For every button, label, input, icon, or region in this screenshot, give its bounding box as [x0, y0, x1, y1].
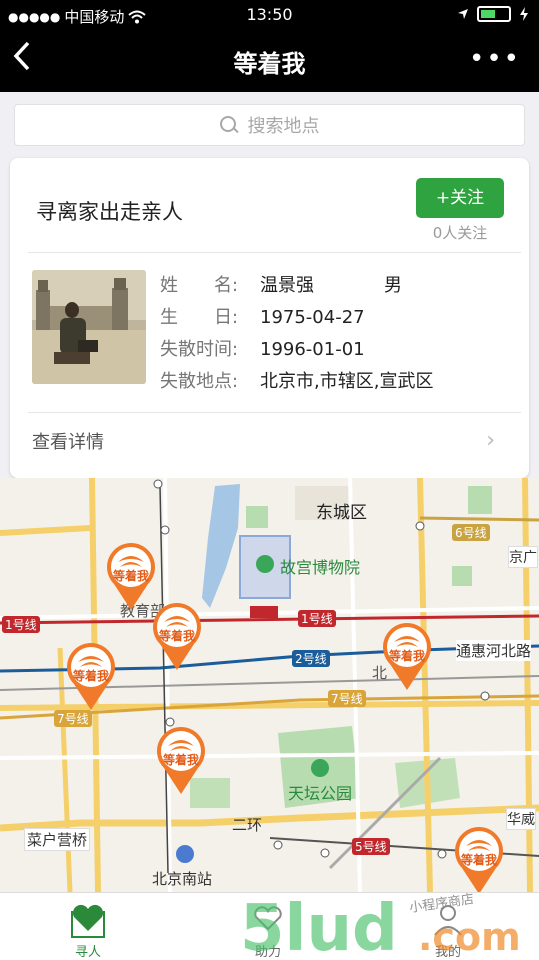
map-label-gugong: 故宫博物院 [280, 558, 361, 577]
info-value: 温景强 [260, 275, 314, 296]
person-icon [428, 899, 468, 939]
marker-label: 等着我 [112, 569, 149, 583]
map-label-dongcheng: 东城区 [316, 503, 367, 523]
tab-search-person[interactable]: 寻人 [48, 899, 128, 960]
more-button[interactable]: ••• [469, 44, 521, 74]
heart-icon [68, 899, 108, 939]
info-value: 1996-01-01 [260, 339, 365, 360]
info-value: 1975-04-27 [260, 307, 365, 328]
map-label-caihuying: 菜户营桥 [24, 828, 91, 851]
info-row-lost-place: 失散地点: 北京市,市辖区,宣武区 [160, 366, 433, 398]
subway-label-line6: 6号线 [452, 524, 490, 541]
tab-label: 助力 [254, 945, 281, 960]
photo-image [32, 270, 146, 384]
info-label: 失散时间: [160, 339, 239, 360]
info-label: 姓 名: [160, 275, 239, 296]
tab-mine[interactable]: 我的 [408, 899, 488, 960]
marker-label: 等着我 [388, 649, 425, 663]
status-bar: ●●●●● 中国移动 13:50 [0, 0, 539, 30]
person-info: 姓 名: 温景强 男 生 日: 1975-04-27 失散时间: 1996-01… [160, 270, 433, 398]
view-details-link[interactable]: 查看详情 [32, 428, 104, 454]
search-icon [219, 116, 238, 134]
marker-label: 等着我 [162, 753, 199, 767]
divider [28, 412, 521, 413]
charging-icon [520, 7, 528, 21]
subway-label-line7: 7号线 [54, 710, 92, 727]
location-arrow-icon [458, 9, 468, 19]
info-row-lost-time: 失散时间: 1996-01-01 [160, 334, 433, 366]
search-input[interactable]: 搜索地点 [14, 104, 525, 146]
divider [28, 252, 521, 253]
tab-support[interactable]: 助力 [228, 899, 308, 960]
subway-label-line5: 5号线 [352, 838, 390, 855]
person-photo[interactable] [32, 270, 146, 384]
info-value: 北京市,市辖区,宣武区 [260, 371, 434, 392]
subway-label-line2: 2号线 [292, 650, 330, 667]
map-label-nanzhan: 北京南站 [152, 870, 213, 888]
map-label-jingguang: 京广 [508, 546, 538, 568]
page-title: 等着我 [233, 50, 306, 78]
info-label: 失散地点: [160, 371, 239, 392]
follow-button[interactable]: +关注 [416, 178, 504, 218]
subway-label-line1: 1号线 [298, 610, 336, 627]
map-label-erhuan: 二环 [232, 816, 263, 834]
map-marker[interactable]: 等着我 [154, 724, 208, 796]
heart-hand-icon [248, 899, 288, 939]
map-label-huawei: 华威 [506, 808, 536, 830]
tab-label: 我的 [434, 945, 461, 960]
card-title: 寻离家出走亲人 [36, 200, 183, 224]
battery-icon [477, 6, 511, 22]
chevron-right-icon[interactable]: › [486, 428, 495, 453]
marker-label: 等着我 [158, 629, 195, 643]
map-marker[interactable]: 等着我 [452, 824, 506, 892]
tab-bar: 寻人 助力 我的 [0, 892, 539, 960]
marker-label: 等着我 [460, 853, 497, 867]
marker-label: 等着我 [72, 669, 109, 683]
follow-count: 0人关注 [432, 224, 488, 242]
subway-label-line1: 1号线 [2, 616, 40, 633]
info-label: 生 日: [160, 307, 239, 328]
gender-value: 男 [384, 275, 402, 296]
map-label-tiantan: 天坛公园 [288, 784, 353, 803]
subway-label-line7: 7号线 [328, 690, 366, 707]
map-label-tonghui: 通惠河北路 [456, 640, 532, 661]
nav-bar: 等着我 ••• [0, 30, 539, 92]
info-row-birthday: 生 日: 1975-04-27 [160, 302, 433, 334]
map-marker[interactable]: 等着我 [380, 620, 434, 692]
map-view[interactable]: 东城区 故宫博物院 天坛公园 菜户营桥 北京南站 通惠河北路 二环 京广 华威 … [0, 478, 539, 892]
tab-label: 寻人 [74, 945, 101, 960]
search-placeholder: 搜索地点 [247, 116, 320, 137]
map-marker[interactable]: 等着我 [64, 640, 118, 712]
info-row-name: 姓 名: 温景强 男 [160, 270, 433, 302]
missing-person-card[interactable]: 寻离家出走亲人 +关注 0人关注 姓 名: 温景强 男 生 日: 1975-04… [10, 158, 529, 478]
status-right [457, 6, 529, 22]
map-marker[interactable]: 等着我 [150, 600, 204, 672]
